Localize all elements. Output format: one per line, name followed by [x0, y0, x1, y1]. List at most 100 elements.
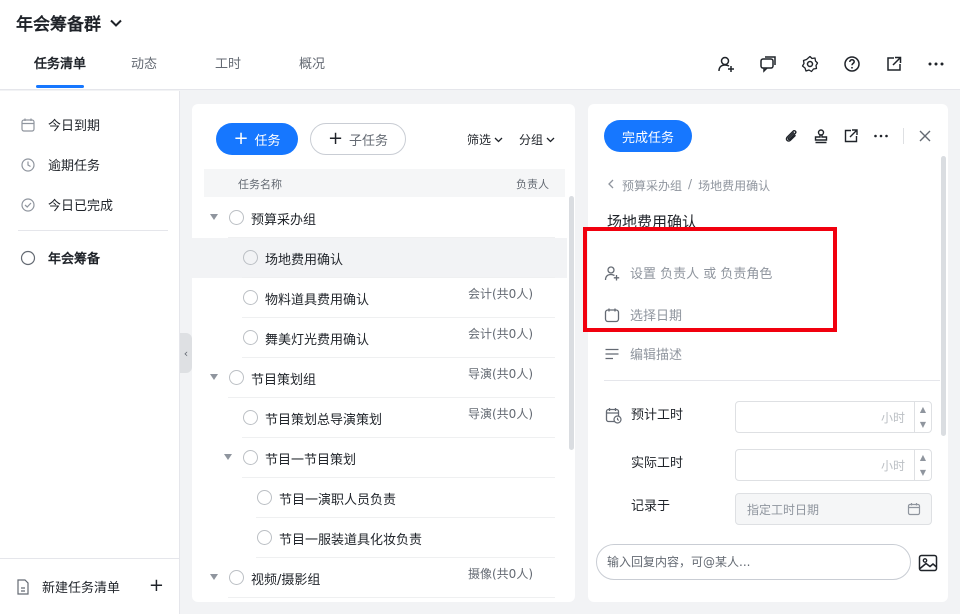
sidebar-item-label: 逾期任务 — [48, 159, 101, 174]
table-row[interactable]: 预算采办组 — [192, 198, 567, 238]
estimated-worktime-label: 预计工时 — [631, 408, 684, 423]
task-checkbox[interactable] — [243, 450, 258, 465]
clock-icon — [20, 157, 36, 173]
task-owner[interactable]: 摄像(共0人) — [468, 565, 533, 582]
page-title: 年会筹备群 — [16, 15, 101, 35]
tab-overview[interactable]: 概况 — [270, 48, 354, 90]
task-list-panel: + 任务 + 子任务 筛选 分组 任务名称 负责人 预算采办组 场地费用确认 物料道… — [192, 104, 575, 602]
estimated-worktime-input[interactable]: 小时 ▲ ▼ — [735, 401, 932, 433]
tab-activity[interactable]: 动态 — [102, 48, 186, 90]
chevron-down-icon — [546, 135, 555, 144]
chat-icon[interactable] — [758, 54, 778, 74]
document-icon — [16, 578, 30, 595]
task-owner[interactable]: 导演(共0人) — [468, 365, 533, 382]
task-detail-panel: 完成任务 预算采办组 / 场地费用确认 场地费用确认 设置 负责人 或 负责角色… — [588, 104, 948, 602]
close-icon[interactable] — [918, 129, 932, 143]
task-owner[interactable]: 会计(共0人) — [468, 325, 533, 342]
add-subtask-button[interactable]: + 子任务 — [310, 123, 406, 155]
table-row[interactable]: 场地费用确认 — [192, 238, 567, 278]
table-row[interactable]: 节目策划总导演策划 导演(共0人) — [192, 398, 567, 438]
plus-icon[interactable]: + — [149, 575, 164, 596]
column-header-owner: 负责人 — [516, 178, 549, 191]
more-icon[interactable] — [926, 54, 946, 74]
worktime-date-picker[interactable]: 指定工时日期 — [735, 493, 932, 525]
expand-caret-icon[interactable] — [224, 454, 232, 460]
table-row[interactable]: 视频/摄影组 摄像(共0人) — [192, 558, 567, 598]
task-list-scrollbar[interactable] — [569, 196, 574, 450]
table-row[interactable]: 物料道具费用确认 会计(共0人) — [192, 278, 567, 318]
sidebar-item-overdue[interactable]: 逾期任务 — [20, 155, 100, 174]
task-checkbox[interactable] — [229, 570, 244, 585]
stamp-icon[interactable] — [813, 128, 829, 144]
add-member-icon[interactable] — [716, 54, 736, 74]
expand-caret-icon[interactable] — [210, 374, 218, 380]
worktime-stepper[interactable]: ▲ ▼ — [914, 450, 931, 480]
help-icon[interactable] — [842, 54, 862, 74]
expand-caret-icon[interactable] — [210, 214, 218, 220]
breadcrumb-parent[interactable]: 预算采办组 — [622, 177, 682, 194]
sidebar: 今日到期 逾期任务 今日已完成 年会筹备 新建任务清单 + — [0, 91, 180, 614]
divider — [604, 380, 940, 381]
more-icon[interactable] — [873, 128, 889, 144]
worktime-stepper[interactable]: ▲ ▼ — [914, 402, 931, 432]
plus-icon: + — [327, 128, 344, 149]
top-bar: 年会筹备群 任务清单 动态 工时 概况 — [0, 0, 960, 90]
chevron-down-icon[interactable]: ▼ — [920, 420, 926, 429]
sidebar-item-completed-today[interactable]: 今日已完成 — [20, 195, 113, 214]
task-checkbox[interactable] — [229, 370, 244, 385]
sidebar-item-label: 今日到期 — [48, 119, 101, 134]
task-name: 节目一服装道具化妆负责 — [279, 533, 423, 548]
task-checkbox[interactable] — [243, 290, 258, 305]
tab-worktime[interactable]: 工时 — [186, 48, 270, 90]
chevron-down-icon[interactable]: ▼ — [920, 468, 926, 477]
chevron-up-icon[interactable]: ▲ — [920, 405, 926, 414]
chevron-left-icon[interactable] — [606, 177, 616, 194]
actual-worktime-input[interactable]: 小时 ▲ ▼ — [735, 449, 932, 481]
task-checkbox[interactable] — [243, 330, 258, 345]
task-owner[interactable]: 会计(共0人) — [468, 285, 533, 302]
complete-task-button[interactable]: 完成任务 — [604, 120, 692, 152]
task-name: 节目策划组 — [251, 373, 317, 388]
new-task-list-label: 新建任务清单 — [42, 581, 121, 596]
sidebar-divider — [18, 230, 168, 231]
gear-icon[interactable] — [800, 54, 820, 74]
task-checkbox[interactable] — [243, 410, 258, 425]
reply-input[interactable]: 输入回复内容，可@某人... — [596, 544, 911, 580]
sidebar-item-label: 年会筹备 — [48, 252, 101, 267]
description-field[interactable]: 编辑描述 — [604, 344, 682, 363]
group-dropdown[interactable]: 分组 — [519, 131, 555, 148]
chevron-down-icon — [494, 135, 503, 144]
detail-scrollbar[interactable] — [941, 156, 946, 436]
unit-label: 小时 — [880, 459, 905, 473]
external-link-icon[interactable] — [884, 54, 904, 74]
table-row[interactable]: 节目一服装道具化妆负责 — [192, 518, 567, 558]
external-link-icon[interactable] — [843, 128, 859, 144]
sidebar-item-annual-party[interactable]: 年会筹备 — [20, 248, 100, 267]
circle-icon — [20, 250, 36, 266]
chevron-up-icon[interactable]: ▲ — [920, 453, 926, 462]
task-checkbox[interactable] — [257, 490, 272, 505]
table-row[interactable]: 舞美灯光费用确认 会计(共0人) — [192, 318, 567, 358]
add-task-button[interactable]: + 任务 — [216, 123, 298, 155]
image-icon[interactable] — [918, 554, 938, 572]
task-name: 节目一节目策划 — [265, 453, 357, 468]
header-actions — [716, 54, 946, 74]
check-circle-icon — [20, 197, 36, 213]
task-owner[interactable]: 导演(共0人) — [468, 405, 533, 422]
group-title-dropdown[interactable]: 年会筹备群 — [16, 10, 123, 35]
filter-dropdown[interactable]: 筛选 — [467, 131, 503, 148]
table-row[interactable]: 节目策划组 导演(共0人) — [192, 358, 567, 398]
table-row[interactable]: 节目一演职人员负责 — [192, 478, 567, 518]
expand-caret-icon[interactable] — [210, 574, 218, 580]
table-row[interactable]: 节目一节目策划 — [192, 438, 567, 478]
collapse-sidebar-handle[interactable]: ‹ — [180, 333, 192, 373]
task-checkbox[interactable] — [257, 530, 272, 545]
task-rows: 预算采办组 场地费用确认 物料道具费用确认 会计(共0人) 舞美灯光费用确认 会计(共0人… — [192, 198, 567, 598]
tab-task-list[interactable]: 任务清单 — [18, 48, 102, 90]
new-task-list-button[interactable]: 新建任务清单 — [16, 577, 120, 596]
task-checkbox[interactable] — [229, 210, 244, 225]
attachment-icon[interactable] — [783, 128, 799, 144]
task-checkbox[interactable] — [243, 250, 258, 265]
sidebar-item-due-today[interactable]: 今日到期 — [20, 115, 100, 134]
breadcrumb-current: 场地费用确认 — [698, 179, 771, 193]
